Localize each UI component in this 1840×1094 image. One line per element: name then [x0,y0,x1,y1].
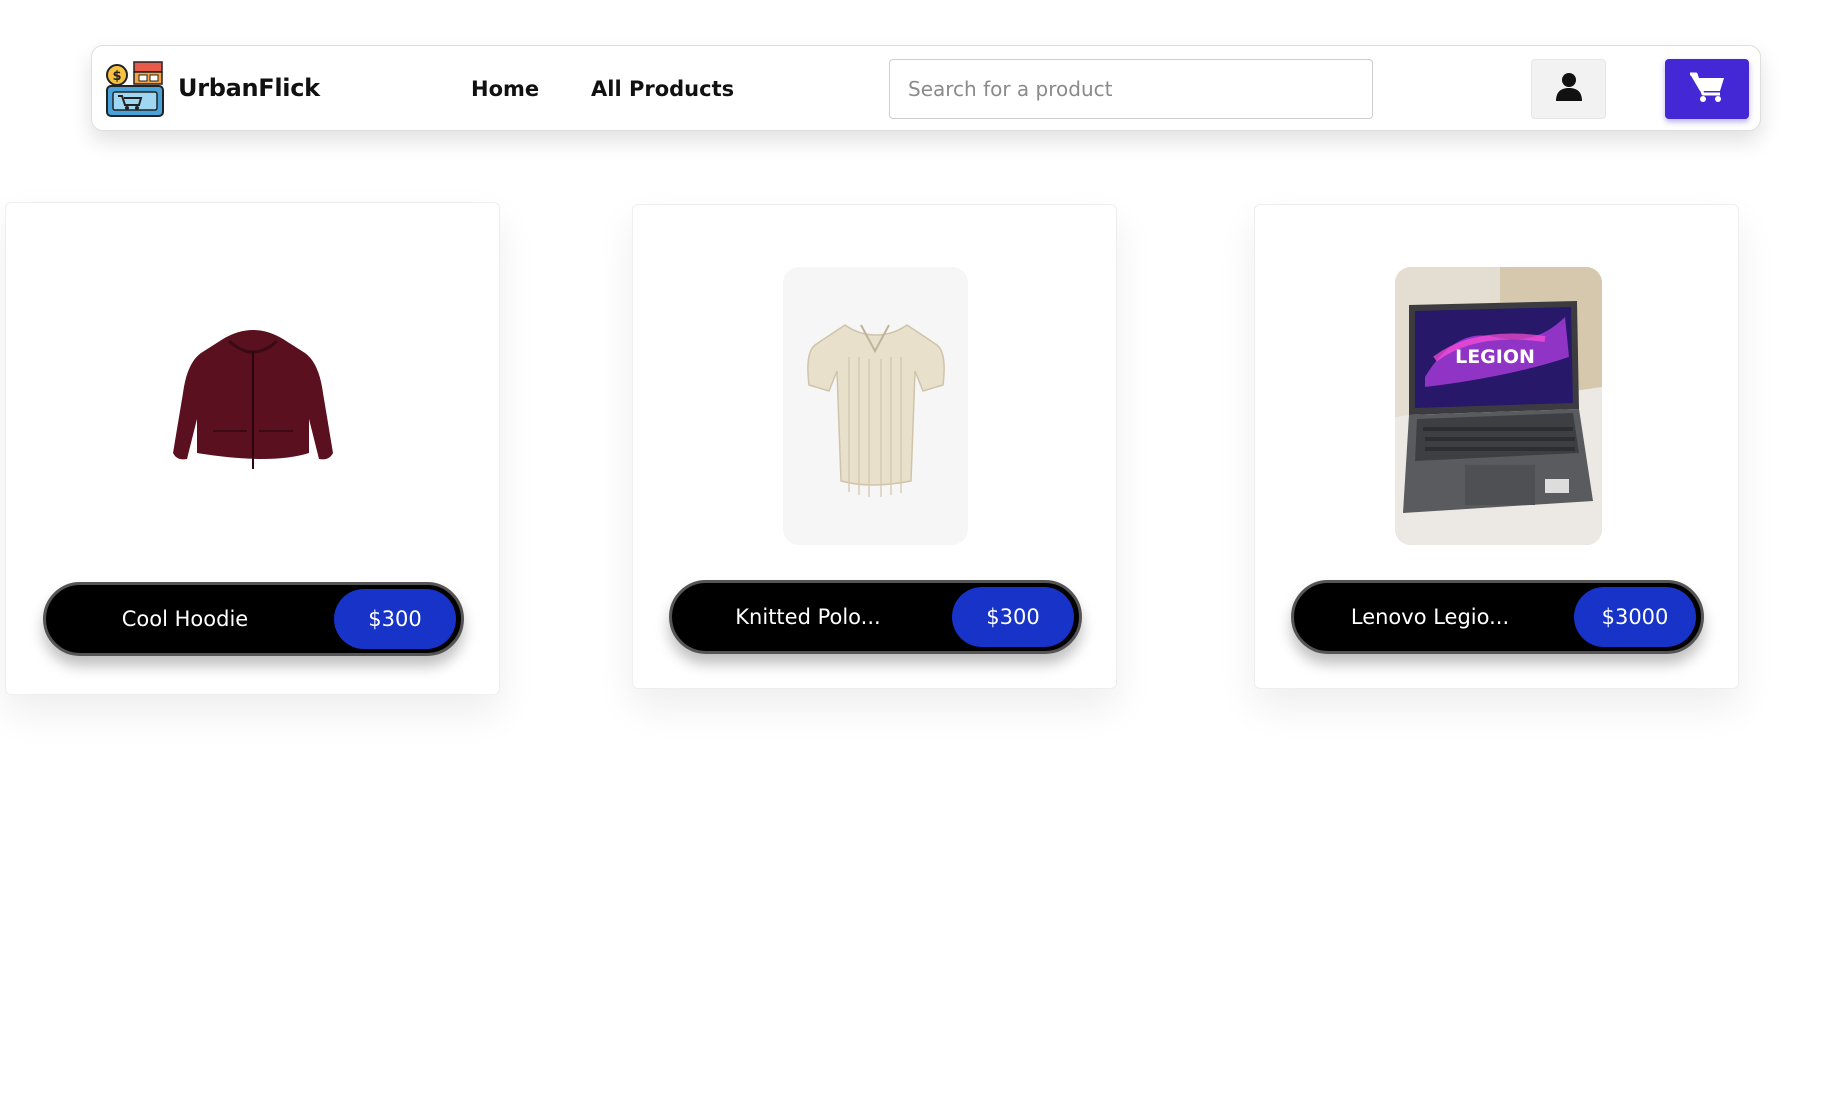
product-card[interactable]: Cool Hoodie $300 [5,202,500,695]
product-price-badge: $300 [334,589,456,649]
cart-icon [1688,71,1726,107]
user-icon [1555,72,1583,106]
store-logo-icon[interactable]: $ [104,58,166,118]
product-pill[interactable]: Cool Hoodie $300 [43,582,464,656]
brand-name[interactable]: UrbanFlick [178,74,320,102]
product-pill[interactable]: Knitted Polo... $300 [669,580,1082,654]
account-button[interactable] [1531,59,1606,119]
cart-button[interactable] [1665,59,1749,119]
product-name: Cool Hoodie [121,607,249,631]
search-input[interactable] [889,59,1373,119]
product-name: Lenovo Legio... [1350,605,1510,629]
product-card[interactable]: Knitted Polo... $300 [632,204,1117,689]
product-price-badge: $300 [952,587,1074,647]
nav-all-products-link[interactable]: All Products [591,77,734,101]
product-price-badge: $3000 [1574,587,1696,647]
svg-text:$: $ [112,69,121,84]
hoodie-image[interactable] [153,301,353,501]
top-navbar: $ UrbanFlick Home All Products [91,45,1761,131]
nav-home-link[interactable]: Home [471,77,539,101]
product-name: Knitted Polo... [735,605,881,629]
product-pill[interactable]: Lenovo Legio... $3000 [1291,580,1704,654]
polo-shirt-image[interactable] [783,267,968,545]
product-card[interactable]: LEGION Lenovo Legio... $3000 [1254,204,1739,689]
laptop-image[interactable]: LEGION [1395,267,1602,545]
laptop-screen-text: LEGION [1455,346,1535,368]
